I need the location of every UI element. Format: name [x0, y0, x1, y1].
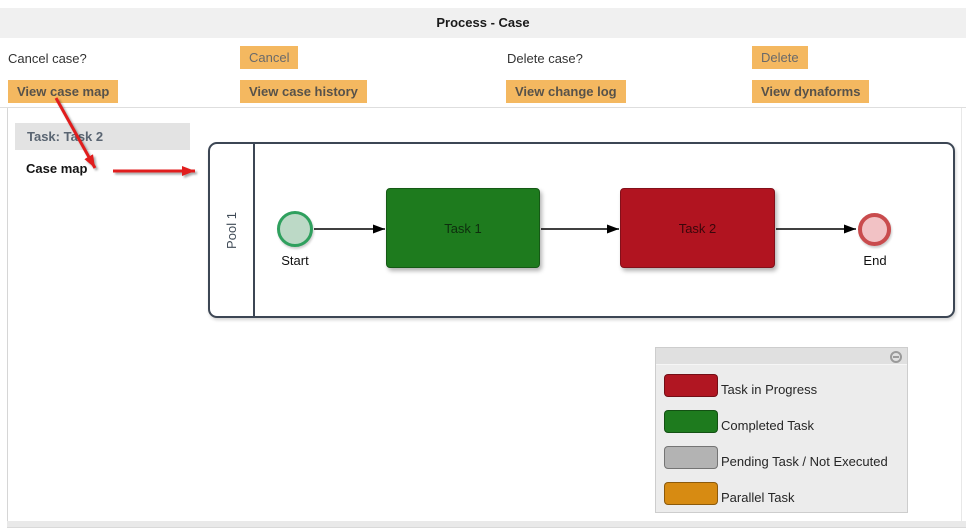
lane-divider	[253, 144, 255, 316]
end-event-circle	[858, 213, 891, 246]
start-event-label: Start	[263, 253, 327, 268]
legend-panel: Task in Progress Completed Task Pending …	[655, 347, 908, 513]
delete-case-question: Delete case?	[507, 51, 583, 66]
task-2-shape: Task 2	[620, 188, 775, 268]
legend-swatch-gray	[664, 446, 718, 469]
legend-item-completed-task: Completed Task	[664, 410, 814, 433]
cancel-button[interactable]: Cancel	[240, 46, 298, 69]
content-left-border	[7, 108, 8, 521]
content-top-divider	[0, 107, 966, 108]
sidebar-item-case-map[interactable]: Case map	[26, 161, 87, 176]
legend-label: Completed Task	[721, 418, 814, 433]
legend-label: Pending Task / Not Executed	[721, 454, 888, 469]
sidebar-task-header: Task: Task 2	[15, 123, 190, 150]
pool-lane-header: Pool 1	[210, 144, 253, 316]
cancel-case-question: Cancel case?	[8, 51, 87, 66]
page-title: Process - Case	[0, 8, 966, 38]
legend-item-pending-task: Pending Task / Not Executed	[664, 446, 888, 469]
view-case-history-button[interactable]: View case history	[240, 80, 367, 103]
task-1-shape: Task 1	[386, 188, 540, 268]
end-event-label: End	[843, 253, 907, 268]
legend-label: Task in Progress	[721, 382, 817, 397]
minus-circle-icon[interactable]	[890, 351, 902, 363]
view-change-log-button[interactable]: View change log	[506, 80, 626, 103]
legend-swatch-orange	[664, 482, 718, 505]
content-bottom-bar	[7, 521, 966, 528]
legend-swatch-green	[664, 410, 718, 433]
sequence-flow-arrows	[210, 144, 953, 316]
view-case-map-button[interactable]: View case map	[8, 80, 118, 103]
legend-swatch-red	[664, 374, 718, 397]
legend-label: Parallel Task	[721, 490, 794, 505]
legend-header	[656, 348, 907, 365]
view-dynaforms-button[interactable]: View dynaforms	[752, 80, 869, 103]
process-pool: Pool 1 Start Task 1 Task 2 End	[208, 142, 955, 318]
start-event-circle	[277, 211, 313, 247]
content-right-border	[961, 108, 962, 521]
legend-item-parallel-task: Parallel Task	[664, 482, 794, 505]
delete-button[interactable]: Delete	[752, 46, 808, 69]
legend-item-task-in-progress: Task in Progress	[664, 374, 817, 397]
pool-label: Pool 1	[224, 212, 239, 249]
